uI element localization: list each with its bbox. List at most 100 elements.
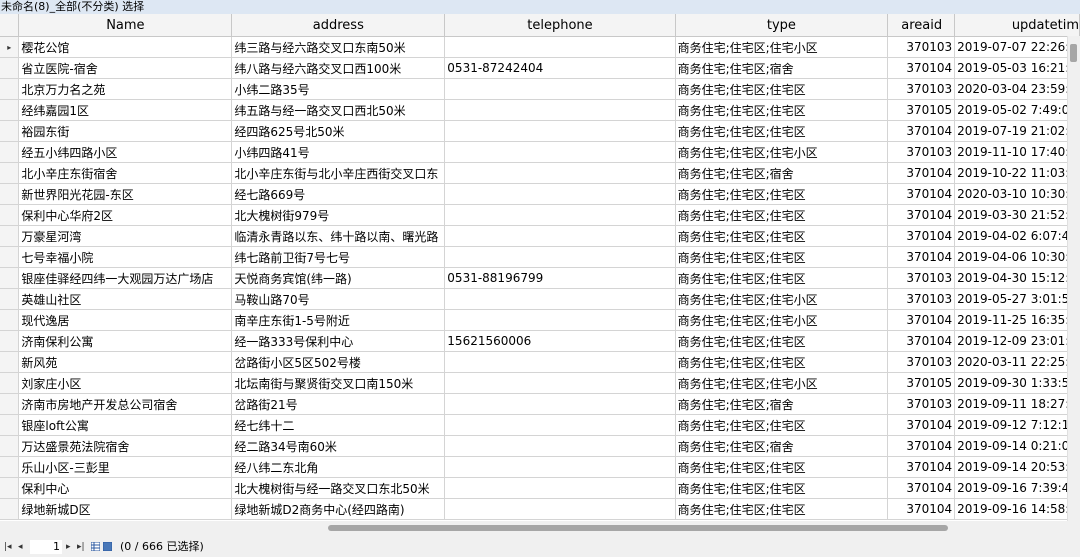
updatetime-cell[interactable]: 2019-11-10 17:40:2 [954,141,1080,163]
name-cell[interactable]: 樱花公馆 [18,36,233,58]
address-cell[interactable]: 纬五路与经一路交叉口西北50米 [231,99,446,121]
address-cell[interactable]: 北坛南街与聚贤街交叉口南150米 [231,372,446,394]
row-selector[interactable] [0,141,20,163]
telephone-cell[interactable] [444,372,676,394]
row-selector[interactable] [0,498,20,520]
type-cell[interactable]: 商务住宅;住宅区;住宅区 [675,351,889,373]
address-cell[interactable]: 经二路34号南60米 [231,435,446,457]
areaid-cell[interactable]: 370103 [887,141,956,163]
updatetime-cell[interactable]: 2019-05-03 16:21:0 [954,57,1080,79]
table-row[interactable]: 济南保利公寓 经一路333号保利中心 15621560006 商务住宅;住宅区;住宅区… [0,330,1080,352]
type-cell[interactable]: 商务住宅;住宅区;住宅小区 [675,36,889,58]
row-selector[interactable] [0,330,20,352]
type-cell[interactable]: 商务住宅;住宅区;住宅区 [675,456,889,478]
column-header-name[interactable]: Name [18,14,233,37]
name-cell[interactable]: 济南保利公寓 [18,330,233,352]
type-cell[interactable]: 商务住宅;住宅区;住宅小区 [675,141,889,163]
address-cell[interactable]: 北大槐树街979号 [231,204,446,226]
areaid-cell[interactable]: 370104 [887,435,956,457]
address-cell[interactable]: 北大槐树街与经一路交叉口东北50米 [231,477,446,499]
updatetime-cell[interactable]: 2019-05-27 3:01:50 [954,288,1080,310]
areaid-cell[interactable]: 370104 [887,225,956,247]
last-page-icon[interactable]: ▸| [77,537,85,557]
table-row[interactable]: 新世界阳光花园-东区 经七路669号 商务住宅;住宅区;住宅区 370104 2020-… [0,183,1080,205]
name-cell[interactable]: 新世界阳光花园-东区 [18,183,233,205]
page-number-input[interactable]: 1 [30,540,62,554]
table-view-icon[interactable] [91,542,100,551]
table-row[interactable]: 万豪星河湾 临清永青路以东、纬十路以南、曙光路 商务住宅;住宅区;住宅区 370104… [0,225,1080,247]
name-cell[interactable]: 裕园东街 [18,120,233,142]
name-cell[interactable]: 济南市房地产开发总公司宿舍 [18,393,233,415]
name-cell[interactable]: 万豪星河湾 [18,225,233,247]
row-selector[interactable] [0,477,20,499]
telephone-cell[interactable] [444,204,676,226]
updatetime-cell[interactable]: 2019-09-14 20:53:2 [954,456,1080,478]
address-cell[interactable]: 南辛庄东街1-5号附近 [231,309,446,331]
name-cell[interactable]: 七号幸福小院 [18,246,233,268]
address-cell[interactable]: 北小辛庄东街与北小辛庄西街交叉口东 [231,162,446,184]
table-row[interactable]: 现代逸居 南辛庄东街1-5号附近 商务住宅;住宅区;住宅小区 370104 2019-1… [0,309,1080,331]
updatetime-cell[interactable]: 2019-09-12 7:12:10 [954,414,1080,436]
telephone-cell[interactable]: 0531-88196799 [444,267,676,289]
address-cell[interactable]: 临清永青路以东、纬十路以南、曙光路 [231,225,446,247]
address-cell[interactable]: 经一路333号保利中心 [231,330,446,352]
telephone-cell[interactable] [444,36,676,58]
vertical-scroll-thumb[interactable] [1070,44,1077,62]
areaid-cell[interactable]: 370104 [887,498,956,520]
areaid-cell[interactable]: 370103 [887,393,956,415]
telephone-cell[interactable] [444,498,676,520]
areaid-cell[interactable]: 370104 [887,309,956,331]
name-cell[interactable]: 绿地新城D区 [18,498,233,520]
row-selector[interactable] [0,435,20,457]
updatetime-cell[interactable]: 2020-03-11 22:25:4 [954,351,1080,373]
name-cell[interactable]: 保利中心华府2区 [18,204,233,226]
areaid-cell[interactable]: 370104 [887,204,956,226]
type-cell[interactable]: 商务住宅;住宅区;宿舍 [675,57,889,79]
row-selector[interactable] [0,414,20,436]
type-cell[interactable]: 商务住宅;住宅区;住宅区 [675,498,889,520]
telephone-cell[interactable] [444,183,676,205]
table-row[interactable]: 北京万力名之苑 小纬二路35号 商务住宅;住宅区;住宅区 370103 2020-03-… [0,78,1080,100]
row-selector[interactable] [0,183,20,205]
areaid-cell[interactable]: 370103 [887,78,956,100]
updatetime-cell[interactable]: 2019-07-19 21:02:3 [954,120,1080,142]
next-page-icon[interactable]: ▸ [66,537,71,557]
updatetime-cell[interactable]: 2019-04-30 15:12:4 [954,267,1080,289]
horizontal-scrollbar[interactable] [0,521,1080,533]
telephone-cell[interactable] [444,120,676,142]
name-cell[interactable]: 保利中心 [18,477,233,499]
table-row[interactable]: 济南市房地产开发总公司宿舍 岔路街21号 商务住宅;住宅区;宿舍 370103 2019… [0,393,1080,415]
column-header-address[interactable]: address [231,14,446,37]
row-selector-header[interactable] [0,14,20,37]
row-selector[interactable] [0,309,20,331]
name-cell[interactable]: 银座佳驿经四纬一大观园万达广场店 [18,267,233,289]
telephone-cell[interactable] [444,225,676,247]
form-view-icon[interactable] [103,542,112,551]
type-cell[interactable]: 商务住宅;住宅区;住宅小区 [675,309,889,331]
type-cell[interactable]: 商务住宅;住宅区;住宅区 [675,477,889,499]
table-row[interactable]: 乐山小区-三彭里 经八纬二东北角 商务住宅;住宅区;住宅区 370104 2019-09… [0,456,1080,478]
address-cell[interactable]: 经八纬二东北角 [231,456,446,478]
name-cell[interactable]: 经纬嘉园1区 [18,99,233,121]
row-selector[interactable] [0,456,20,478]
updatetime-cell[interactable]: 2020-03-10 10:30:3 [954,183,1080,205]
type-cell[interactable]: 商务住宅;住宅区;宿舍 [675,435,889,457]
areaid-cell[interactable]: 370104 [887,162,956,184]
table-row[interactable]: 保利中心华府2区 北大槐树街979号 商务住宅;住宅区;住宅区 370104 2019-… [0,204,1080,226]
type-cell[interactable]: 商务住宅;住宅区;住宅区 [675,183,889,205]
column-header-telephone[interactable]: telephone [444,14,676,37]
row-selector[interactable] [0,288,20,310]
updatetime-cell[interactable]: 2020-03-04 23:59:1 [954,78,1080,100]
name-cell[interactable]: 新风苑 [18,351,233,373]
telephone-cell[interactable] [444,351,676,373]
column-header-updatetime[interactable]: updatetim [954,14,1080,37]
type-cell[interactable]: 商务住宅;住宅区;住宅区 [675,120,889,142]
telephone-cell[interactable] [444,435,676,457]
telephone-cell[interactable] [444,309,676,331]
telephone-cell[interactable]: 0531-87242404 [444,57,676,79]
updatetime-cell[interactable]: 2019-04-02 6:07:45 [954,225,1080,247]
type-cell[interactable]: 商务住宅;住宅区;住宅区 [675,204,889,226]
table-row[interactable]: 裕园东街 经四路625号北50米 商务住宅;住宅区;住宅区 370104 2019-07… [0,120,1080,142]
name-cell[interactable]: 北京万力名之苑 [18,78,233,100]
areaid-cell[interactable]: 370105 [887,372,956,394]
